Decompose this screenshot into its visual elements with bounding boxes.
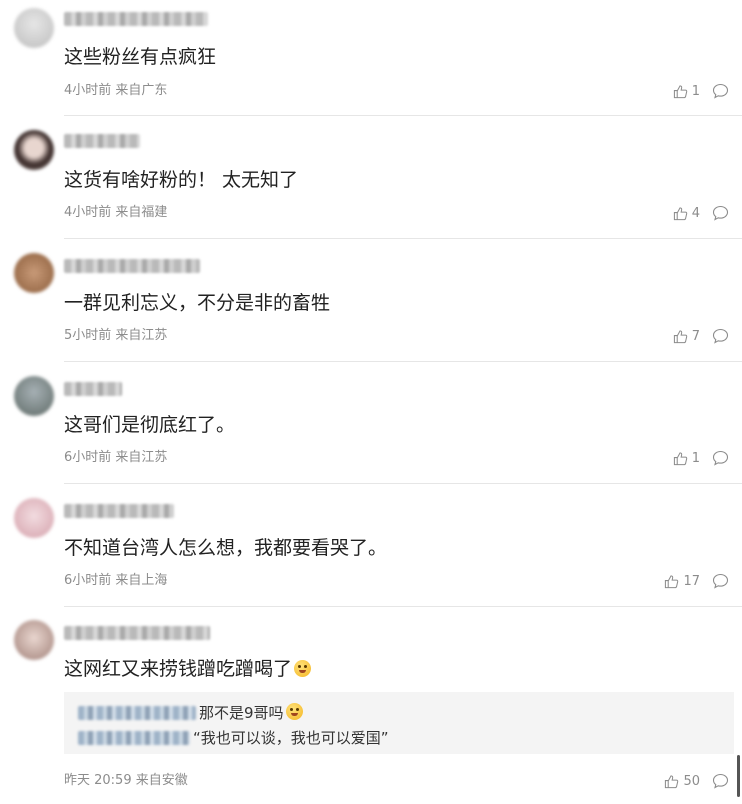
reply-item: “我也可以谈，我也可以爱国” <box>78 728 389 748</box>
comment-meta: 昨天 20:59 来自安徽 <box>64 773 188 788</box>
like-button[interactable]: 4 <box>673 205 700 221</box>
comment-text: 这货有啥好粉的！ 太无知了 <box>64 169 299 191</box>
reply-list: 那不是9哥吗 “我也可以谈，我也可以爱国” <box>64 692 734 754</box>
thumbs-up-icon <box>664 574 679 589</box>
divider <box>64 361 742 362</box>
like-count: 4 <box>691 205 700 221</box>
username[interactable] <box>64 504 174 518</box>
comment-bubble-icon <box>712 773 730 789</box>
comment-text: 不知道台湾人怎么想，我都要看哭了。 <box>64 537 388 559</box>
comment-text: 这哥们是彻底红了。 <box>64 414 236 436</box>
like-count: 17 <box>683 573 700 589</box>
username[interactable] <box>64 134 140 148</box>
username[interactable] <box>64 626 210 640</box>
divider <box>64 606 742 607</box>
reply-button[interactable] <box>712 83 730 99</box>
comment-bubble-icon <box>712 83 730 99</box>
like-count: 50 <box>683 773 700 789</box>
avatar[interactable] <box>14 498 54 538</box>
like-button[interactable]: 17 <box>664 573 700 589</box>
comment-meta: 4小时前 来自福建 <box>64 205 168 220</box>
comment-text: 这网红又来捞钱蹭吃蹭喝了 <box>64 657 312 681</box>
thumbs-up-icon <box>673 451 688 466</box>
reply-text: 那不是9哥吗 <box>199 704 284 722</box>
comment-bubble-icon <box>712 573 730 589</box>
like-count: 1 <box>691 83 700 99</box>
laugh-emoji-icon <box>285 703 303 720</box>
reply-username[interactable] <box>78 731 190 745</box>
reply-button[interactable] <box>712 450 730 466</box>
comment-text-content: 这网红又来捞钱蹭吃蹭喝了 <box>64 658 293 680</box>
like-count: 1 <box>691 450 700 466</box>
reply-text: “我也可以谈，我也可以爱国” <box>193 729 389 747</box>
divider <box>64 115 742 116</box>
comment-bubble-icon <box>712 450 730 466</box>
scrollbar[interactable] <box>737 755 740 797</box>
like-button[interactable]: 1 <box>673 83 700 99</box>
comment-meta: 5小时前 来自江苏 <box>64 328 168 343</box>
reply-item: 那不是9哥吗 <box>78 703 303 723</box>
smile-emoji-icon <box>294 660 312 677</box>
comment-meta: 6小时前 来自上海 <box>64 573 168 588</box>
like-count: 7 <box>691 328 700 344</box>
comment-meta: 6小时前 来自江苏 <box>64 450 168 465</box>
username[interactable] <box>64 382 122 396</box>
avatar[interactable] <box>14 8 54 48</box>
thumbs-up-icon <box>673 329 688 344</box>
avatar[interactable] <box>14 130 54 170</box>
reply-button[interactable] <box>712 205 730 221</box>
thumbs-up-icon <box>673 84 688 99</box>
comment-meta: 4小时前 来自广东 <box>64 83 168 98</box>
reply-button[interactable] <box>712 328 730 344</box>
reply-button[interactable] <box>712 573 730 589</box>
like-button[interactable]: 7 <box>673 328 700 344</box>
thumbs-up-icon <box>673 206 688 221</box>
reply-username[interactable] <box>78 706 196 720</box>
thumbs-up-icon <box>664 774 679 789</box>
comment-list: 这些粉丝有点疯狂 4小时前 来自广东 1 这货有啥好粉的！ 太无知了 4小时前 … <box>0 0 742 804</box>
divider <box>64 238 742 239</box>
divider <box>64 483 742 484</box>
avatar[interactable] <box>14 620 54 660</box>
like-button[interactable]: 1 <box>673 450 700 466</box>
username[interactable] <box>64 259 200 273</box>
reply-button[interactable] <box>712 773 730 789</box>
avatar[interactable] <box>14 376 54 416</box>
comment-text: 这些粉丝有点疯狂 <box>64 46 217 68</box>
comment-text: 一群见利忘义，不分是非的畜牲 <box>64 292 331 314</box>
comment-bubble-icon <box>712 328 730 344</box>
comment-bubble-icon <box>712 205 730 221</box>
username[interactable] <box>64 12 208 26</box>
like-button[interactable]: 50 <box>664 773 700 789</box>
avatar[interactable] <box>14 253 54 293</box>
